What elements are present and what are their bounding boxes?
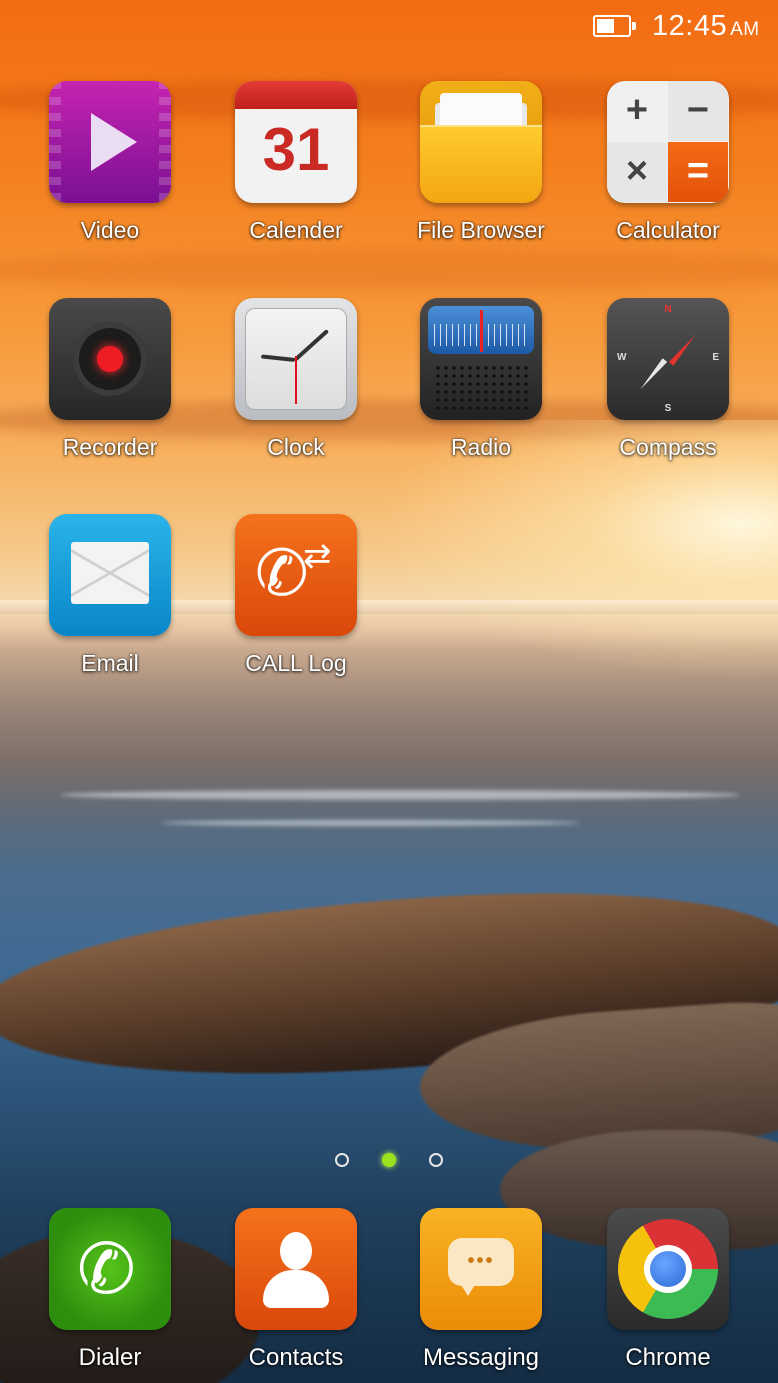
wallpaper-water <box>160 820 580 826</box>
calc-plus-glyph: + <box>625 89 649 131</box>
app-email[interactable]: Email <box>25 514 195 677</box>
radio-icon[interactable] <box>420 298 542 420</box>
app-label: Recorder <box>62 434 158 460</box>
wallpaper-cloud <box>0 250 778 290</box>
status-ampm: AM <box>730 19 760 40</box>
call-log-icon[interactable]: ✆ ⇄ <box>235 514 357 636</box>
clock-icon[interactable] <box>235 298 357 420</box>
app-label: Radio <box>450 434 512 460</box>
page-dot-1[interactable] <box>335 1153 349 1167</box>
app-calendar[interactable]: 31 Calender <box>211 81 381 244</box>
calendar-icon-date: 31 <box>262 116 330 183</box>
app-compass[interactable]: N S W E Compass <box>583 298 753 461</box>
app-label: Chrome <box>625 1344 711 1371</box>
video-icon[interactable] <box>49 81 171 203</box>
app-clock[interactable]: Clock <box>211 298 381 461</box>
compass-west-letter: W <box>617 352 627 363</box>
compass-south-letter: S <box>664 403 672 414</box>
calendar-icon[interactable]: 31 <box>235 81 357 203</box>
contact-person-icon[interactable] <box>235 1208 357 1330</box>
calculator-icon[interactable]: + − × = <box>607 81 729 203</box>
status-bar: 12:45 AM <box>0 0 778 56</box>
app-label: Dialer <box>78 1344 142 1371</box>
app-label: Messaging <box>422 1344 540 1371</box>
page-dot-3[interactable] <box>429 1153 443 1167</box>
dock-dialer[interactable]: ✆ Dialer <box>25 1208 195 1372</box>
app-label: Calculator <box>616 217 720 243</box>
app-recorder[interactable]: Recorder <box>25 298 195 461</box>
status-time: 12:45 <box>652 10 728 42</box>
app-label: Contacts <box>248 1344 344 1371</box>
chrome-icon[interactable] <box>607 1208 729 1330</box>
dock-messaging[interactable]: ••• Messaging <box>396 1208 566 1372</box>
app-label: Compass <box>619 434 717 460</box>
page-indicator <box>0 1150 778 1170</box>
chat-bubble-icon[interactable]: ••• <box>420 1208 542 1330</box>
app-label: CALL Log <box>245 650 347 676</box>
calc-equals-glyph: = <box>668 142 728 202</box>
app-label: Email <box>81 650 139 676</box>
app-label: Calender <box>249 217 343 243</box>
dock-contacts[interactable]: Contacts <box>211 1208 381 1372</box>
app-calculator[interactable]: + − × = Calculator <box>583 81 753 244</box>
app-file-browser[interactable]: File Browser <box>396 81 566 244</box>
wallpaper-water <box>60 790 740 800</box>
battery-icon <box>593 15 636 37</box>
compass-east-letter: E <box>712 352 719 363</box>
app-label: Video <box>80 217 140 243</box>
phone-icon[interactable]: ✆ <box>49 1208 171 1330</box>
app-video[interactable]: Video <box>25 81 195 244</box>
page-dot-2[interactable] <box>382 1153 396 1167</box>
calc-times-glyph: × <box>607 142 667 202</box>
status-clock: 12:45 AM <box>652 10 760 43</box>
folder-icon[interactable] <box>420 81 542 203</box>
compass-north-letter: N <box>664 304 672 315</box>
battery-level-fill <box>597 19 614 33</box>
envelope-icon[interactable] <box>49 514 171 636</box>
recorder-icon[interactable] <box>49 298 171 420</box>
app-radio[interactable]: Radio <box>396 298 566 461</box>
app-label: Clock <box>267 434 325 460</box>
app-call-log[interactable]: ✆ ⇄ CALL Log <box>211 514 381 677</box>
compass-icon[interactable]: N S W E <box>607 298 729 420</box>
calc-minus-glyph: − <box>668 81 728 141</box>
app-label: File Browser <box>417 217 545 243</box>
dock-chrome[interactable]: Chrome <box>583 1208 753 1372</box>
